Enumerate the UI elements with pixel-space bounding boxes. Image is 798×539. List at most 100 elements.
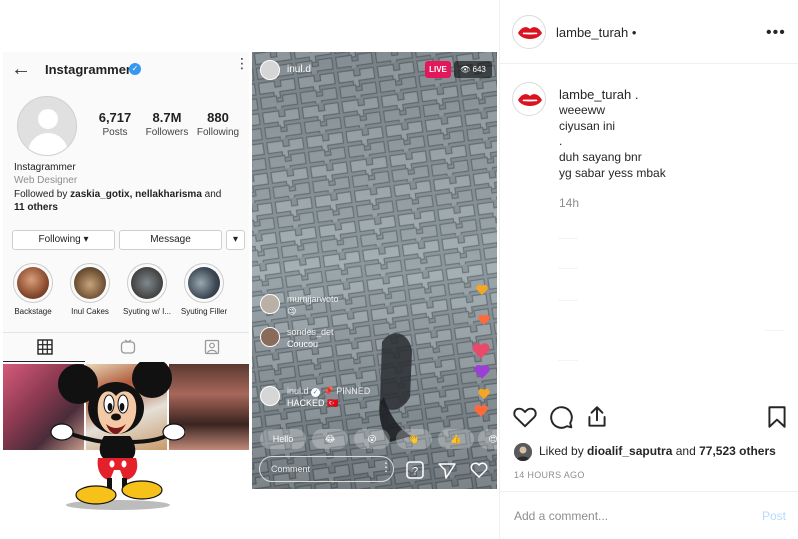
followers-stat: 8.7M Followers xyxy=(139,110,195,138)
followers-count: 8.7M xyxy=(152,110,182,125)
message-button: Message xyxy=(119,230,222,250)
more-vertical-icon: ⋮ xyxy=(380,460,392,474)
commenter-avatar xyxy=(260,327,280,347)
like-heart-icon[interactable] xyxy=(512,404,538,430)
verified-badge-icon: ✓ xyxy=(311,388,321,397)
liked-by-text: Liked by dioalif_saputra and 77,523 othe… xyxy=(539,444,776,458)
more-vertical-icon: ⋮ xyxy=(235,55,249,71)
liked-by-count[interactable]: 77,523 others xyxy=(699,444,776,458)
following-button: Following ▾ xyxy=(12,230,115,250)
followed-by-names: zaskia_gotix, nellakharisma xyxy=(70,189,202,200)
live-badge: LIVE xyxy=(425,61,451,78)
post-media[interactable]: ← Instagrammer ✓ ⋮ 6,717 Posts 8.7M Foll… xyxy=(0,0,499,539)
heart-icon xyxy=(470,462,488,479)
profile-display-name: Instagrammer xyxy=(14,162,76,173)
comment-text: 😉 xyxy=(287,306,297,316)
caption-line: weeeww xyxy=(559,103,606,117)
quick-reaction-thumbs: 👍 xyxy=(438,429,474,449)
heart-reaction-icon xyxy=(478,314,490,325)
highlight-label: Syuting w/ I... xyxy=(123,307,172,316)
viewer-count-badge: 👁 643 xyxy=(454,61,492,78)
placeholder-divider xyxy=(558,300,578,301)
pinned-username: inul.d xyxy=(287,386,309,396)
bookmark-icon[interactable] xyxy=(764,404,790,430)
placeholder-divider xyxy=(558,268,578,269)
post-comment-button[interactable]: Post xyxy=(762,509,786,523)
highlight-label: Backstage xyxy=(14,307,52,316)
liked-by-user[interactable]: dioalif_saputra xyxy=(587,444,672,458)
send-icon xyxy=(438,463,456,479)
live-video-screenshot: inul.d LIVE 👁 643 murnijarwoto 😉 sondes_… xyxy=(252,52,497,489)
highlight-backstage: Backstage xyxy=(9,263,57,316)
following-stat: 880 Following xyxy=(190,110,246,138)
more-options-icon[interactable]: ••• xyxy=(766,24,786,42)
paving-background xyxy=(252,52,497,489)
quick-reaction-wow: 😮 xyxy=(354,429,390,449)
followed-by-and: and xyxy=(201,189,222,200)
header-separator: • xyxy=(631,25,637,40)
profile-category: Web Designer xyxy=(14,175,78,186)
person-avatar-icon xyxy=(514,443,532,461)
profile-avatar xyxy=(17,96,77,156)
mickey-mouse-sticker xyxy=(50,362,185,510)
posts-stat: 6,717 Posts xyxy=(87,110,143,138)
verified-badge-icon: ✓ xyxy=(129,63,141,75)
header-username[interactable]: lambe_turah xyxy=(556,25,628,40)
heart-reaction-icon xyxy=(472,343,490,359)
post-sidebar: lambe_turah • ••• lambe_turah . weeeww c… xyxy=(499,0,798,539)
caption-line: yg sabar yess mbak xyxy=(559,166,666,180)
commenter-avatar xyxy=(260,294,280,314)
post-header: lambe_turah • ••• xyxy=(500,0,798,64)
followed-by-others: 11 others xyxy=(14,202,58,213)
commenter-username: sondes_det xyxy=(287,327,334,337)
pinned-text: HACKED 🇹🇷 xyxy=(287,398,339,408)
live-host-avatar xyxy=(260,60,280,80)
lips-logo-icon xyxy=(518,94,542,106)
caption-line: . xyxy=(559,134,563,148)
highlight-syuting: Syuting w/ I... xyxy=(123,263,171,316)
following-label: Following xyxy=(196,127,240,138)
share-icon[interactable] xyxy=(584,404,610,430)
eye-icon: 👁 xyxy=(460,65,471,74)
tagged-icon xyxy=(204,339,220,355)
heart-reaction-icon xyxy=(478,388,490,399)
highlight-inul-cakes: Inul Cakes xyxy=(66,263,114,316)
highlight-label: Syuting Filler xyxy=(180,307,228,316)
comment-icon[interactable] xyxy=(548,404,574,430)
pinned-header: inul.d ✓ 📌 PINNED xyxy=(287,386,370,397)
liked-by-and: and xyxy=(672,444,700,458)
lips-logo-icon xyxy=(518,27,542,39)
profile-title: Instagrammer xyxy=(45,62,131,77)
account-avatar[interactable] xyxy=(512,15,546,49)
viewer-count: 643 xyxy=(472,65,486,74)
quick-reaction-love: 😍 xyxy=(478,429,497,449)
add-comment-bar: Add a comment... Post xyxy=(500,491,798,539)
caption-line: ciyusan ini xyxy=(559,119,616,133)
heart-reaction-icon xyxy=(476,284,488,295)
followed-by-text: Followed by zaskia_gotix, nellakharisma … xyxy=(14,188,244,214)
followers-label: Followers xyxy=(145,127,189,138)
caption-avatar[interactable] xyxy=(512,82,546,116)
placeholder-divider xyxy=(558,238,578,239)
live-host-name: inul.d xyxy=(287,64,311,75)
caption-username[interactable]: lambe_turah . xyxy=(559,87,639,102)
commenter-username: murnijarwoto xyxy=(287,294,339,304)
placeholder-divider xyxy=(558,360,578,361)
back-arrow-icon: ← xyxy=(11,58,31,80)
post-timestamp[interactable]: 14 HOURS AGO xyxy=(514,470,585,480)
quick-reaction-hello: Hello xyxy=(260,429,306,449)
suggestions-dropdown-button: ▾ xyxy=(226,230,245,250)
add-comment-input[interactable]: Add a comment... xyxy=(514,509,608,523)
instagram-post-view: ← Instagrammer ✓ ⋮ 6,717 Posts 8.7M Foll… xyxy=(0,0,798,539)
placeholder-divider xyxy=(765,330,785,331)
header-username-row: lambe_turah • xyxy=(556,25,636,40)
liker-avatar[interactable] xyxy=(514,443,532,461)
following-count: 880 xyxy=(207,110,229,125)
comment-text: Coucou xyxy=(287,339,319,349)
profile-tabs xyxy=(3,332,249,362)
commenter-avatar xyxy=(260,386,280,406)
pin-icon: 📌 xyxy=(322,386,334,396)
heart-reaction-icon xyxy=(474,365,490,379)
caption-timestamp[interactable]: 14h xyxy=(559,196,579,210)
post-actions xyxy=(500,404,798,434)
